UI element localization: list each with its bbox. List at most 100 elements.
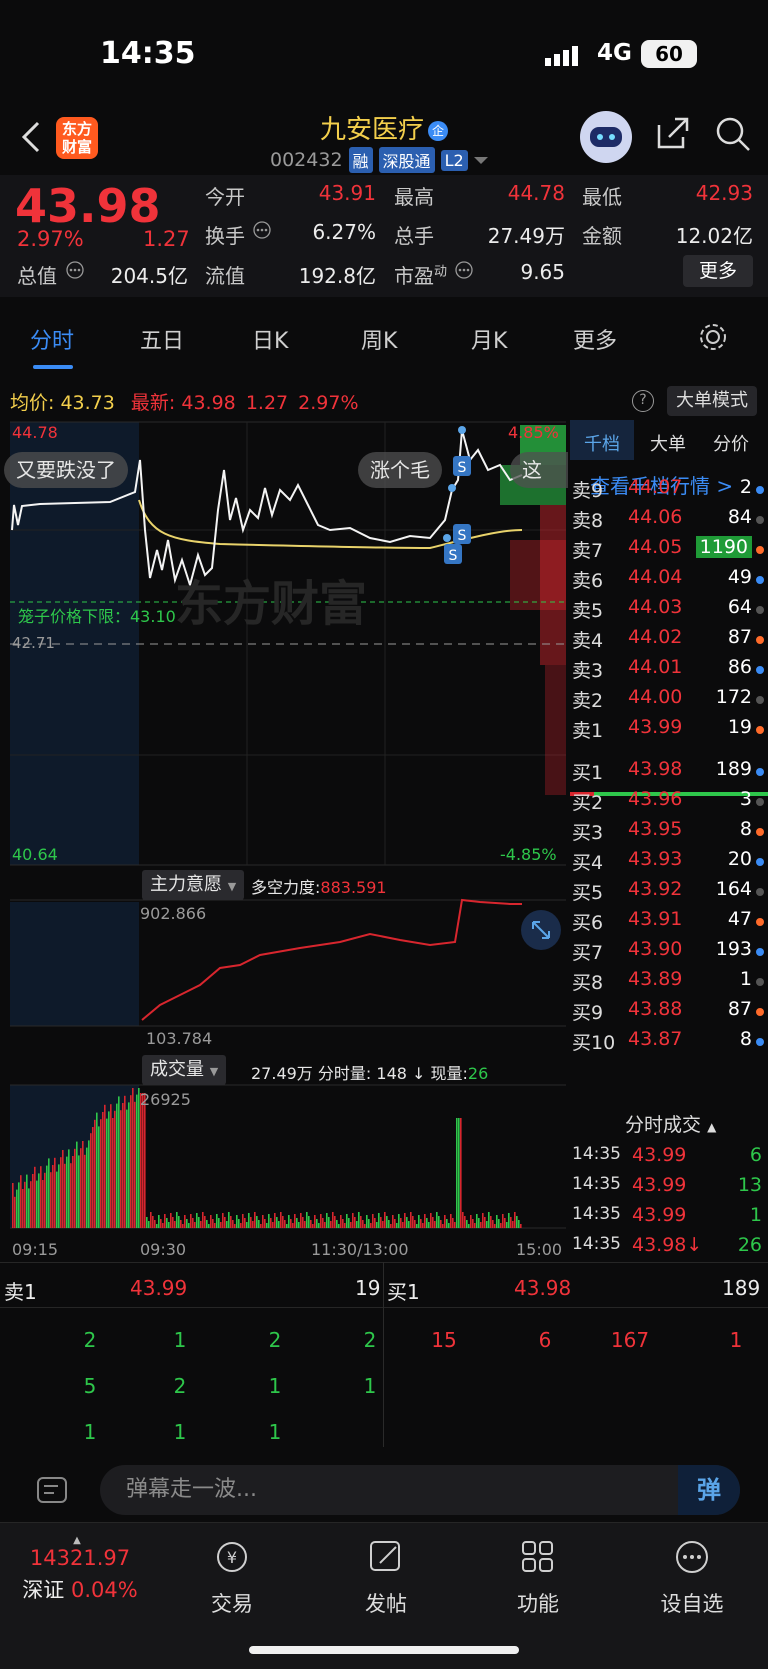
nav-post[interactable]: 发帖 bbox=[326, 1539, 446, 1618]
bid-level[interactable]: 买7 43.90 193 bbox=[570, 938, 768, 968]
robot-assistant-icon[interactable] bbox=[580, 111, 632, 163]
ask-level-label: 卖2 bbox=[572, 690, 604, 712]
ask-level-volume: 172 bbox=[715, 686, 752, 708]
volume-bar bbox=[376, 1222, 378, 1228]
bid-level-label: 买1 bbox=[572, 762, 604, 784]
bid-level[interactable]: 买6 43.91 47 bbox=[570, 908, 768, 938]
back-button[interactable] bbox=[20, 119, 42, 164]
volume-bar bbox=[446, 1219, 448, 1228]
bid-level-volume: 193 bbox=[715, 938, 752, 960]
tab-intraday[interactable]: 分时 bbox=[30, 323, 74, 355]
book-tab-bigorder[interactable]: 大单 bbox=[650, 430, 686, 456]
bid-level[interactable]: 买8 43.89 1 bbox=[570, 968, 768, 998]
ask-level[interactable]: 卖7 44.05 1190 bbox=[570, 536, 768, 566]
volume-bar bbox=[366, 1215, 368, 1228]
nav-features[interactable]: 功能 bbox=[478, 1539, 598, 1618]
ask-level-label: 卖6 bbox=[572, 570, 604, 592]
bid-level[interactable]: 买10 43.87 8 bbox=[570, 1028, 768, 1058]
ask-level[interactable]: 卖2 44.00 172 bbox=[570, 686, 768, 716]
gear-icon[interactable] bbox=[697, 321, 729, 353]
danmu-toggle-button[interactable]: 弹 bbox=[678, 1465, 740, 1515]
volume-bar bbox=[18, 1182, 20, 1228]
indicator2-selector[interactable]: 成交量 ▼ bbox=[142, 1055, 227, 1085]
volume-bar bbox=[414, 1220, 416, 1228]
bid-level-price: 43.92 bbox=[628, 878, 683, 900]
ask-level[interactable]: 卖4 44.02 87 bbox=[570, 626, 768, 656]
volume-bar bbox=[68, 1149, 70, 1228]
search-icon[interactable] bbox=[714, 115, 752, 153]
market-cap-value: 204.5亿 bbox=[110, 264, 188, 288]
volume-bar bbox=[496, 1215, 498, 1228]
svg-text:¥: ¥ bbox=[227, 1548, 237, 1567]
l2-buy-label: 买1 bbox=[387, 1280, 420, 1304]
bid-level-label: 买3 bbox=[572, 822, 604, 844]
index-ticker[interactable]: ▲ 14321.97 深证 0.04% bbox=[0, 1535, 160, 1604]
tab-monthly-k[interactable]: 月K bbox=[471, 323, 507, 355]
tab-more[interactable]: 更多 bbox=[573, 323, 617, 355]
signal-icon bbox=[545, 46, 578, 66]
code-row[interactable]: 002432 融 深股通 L2 bbox=[270, 147, 488, 173]
share-icon[interactable] bbox=[655, 115, 691, 151]
ask-level[interactable]: 卖6 44.04 49 bbox=[570, 566, 768, 596]
nav-trade[interactable]: ¥ 交易 bbox=[172, 1539, 292, 1618]
bid-level[interactable]: 买4 43.93 20 bbox=[570, 848, 768, 878]
enterprise-badge: 企 bbox=[428, 120, 448, 141]
bid-level-price: 43.90 bbox=[628, 938, 683, 960]
eastmoney-logo[interactable]: 东方 财富 bbox=[56, 117, 98, 159]
tab-five-day[interactable]: 五日 bbox=[140, 323, 184, 355]
order-dot-icon bbox=[756, 516, 764, 524]
volume-bar bbox=[260, 1224, 262, 1228]
volume-bar bbox=[58, 1164, 60, 1228]
bid-level-price: 43.98 bbox=[628, 758, 683, 780]
volume-bar bbox=[258, 1220, 260, 1228]
volume-bar bbox=[476, 1214, 478, 1228]
volume-bar bbox=[344, 1223, 346, 1228]
ticks-title[interactable]: 分时成交 ▲ bbox=[625, 1110, 716, 1137]
volume-bar bbox=[136, 1094, 138, 1228]
ask-level[interactable]: 卖1 43.99 19 bbox=[570, 716, 768, 746]
bid-level[interactable]: 买2 43.96 3 bbox=[570, 788, 768, 818]
nav-watchlist[interactable]: 设自选 bbox=[632, 1539, 752, 1618]
ask-level-label: 卖9 bbox=[572, 480, 604, 502]
volume-bar bbox=[174, 1221, 176, 1228]
big-order-mode-button[interactable]: 大单模式 bbox=[667, 386, 757, 416]
volume-bar bbox=[396, 1223, 398, 1228]
sell-queue-item: 2 bbox=[173, 1374, 187, 1398]
ask-level-price: 44.04 bbox=[628, 566, 683, 588]
indicator1-selector[interactable]: 主力意愿 ▼ bbox=[142, 870, 245, 900]
bid-level[interactable]: 买3 43.95 8 bbox=[570, 818, 768, 848]
volume-bar bbox=[322, 1218, 324, 1228]
volume-bar bbox=[284, 1220, 286, 1228]
tab-weekly-k[interactable]: 周K bbox=[361, 323, 397, 355]
bid-level[interactable]: 买1 43.98 189 bbox=[570, 758, 768, 788]
ask-level[interactable]: 卖9 44.07 2 bbox=[570, 476, 768, 506]
volume-bar bbox=[180, 1220, 182, 1228]
more-dots-icon[interactable] bbox=[252, 220, 272, 240]
bid-level[interactable]: 买5 43.92 164 bbox=[570, 878, 768, 908]
tab-daily-k[interactable]: 日K bbox=[252, 323, 288, 355]
volume-bar bbox=[194, 1222, 196, 1228]
volume-bar bbox=[490, 1216, 492, 1228]
volume-bar bbox=[488, 1212, 490, 1228]
tick-price: 43.99 bbox=[632, 1204, 687, 1226]
volume-bar bbox=[402, 1222, 404, 1228]
danmu-settings-icon[interactable] bbox=[36, 1476, 70, 1506]
ask-level[interactable]: 卖5 44.03 64 bbox=[570, 596, 768, 626]
volume-bar bbox=[196, 1213, 198, 1228]
ask-level[interactable]: 卖3 44.01 86 bbox=[570, 656, 768, 686]
book-tab-price[interactable]: 分价 bbox=[713, 430, 749, 456]
tag-l2: L2 bbox=[440, 149, 468, 171]
help-icon[interactable]: ? bbox=[632, 390, 654, 412]
book-tab-depth[interactable]: 千档 bbox=[584, 430, 620, 456]
bid-level[interactable]: 买9 43.88 87 bbox=[570, 998, 768, 1028]
more-dots-icon[interactable] bbox=[65, 260, 85, 280]
more-button[interactable]: 更多 bbox=[683, 255, 753, 287]
volume-bar bbox=[66, 1156, 68, 1228]
order-dot-icon bbox=[756, 486, 764, 494]
ask-level[interactable]: 卖8 44.06 84 bbox=[570, 506, 768, 536]
intraday-chart[interactable]: S S S 东方财富 bbox=[0, 420, 568, 1262]
danmu-input[interactable]: 弹幕走一波... bbox=[100, 1465, 740, 1515]
volume-bar bbox=[108, 1111, 110, 1228]
volume-bar bbox=[130, 1095, 132, 1228]
volume-bar bbox=[192, 1218, 194, 1228]
